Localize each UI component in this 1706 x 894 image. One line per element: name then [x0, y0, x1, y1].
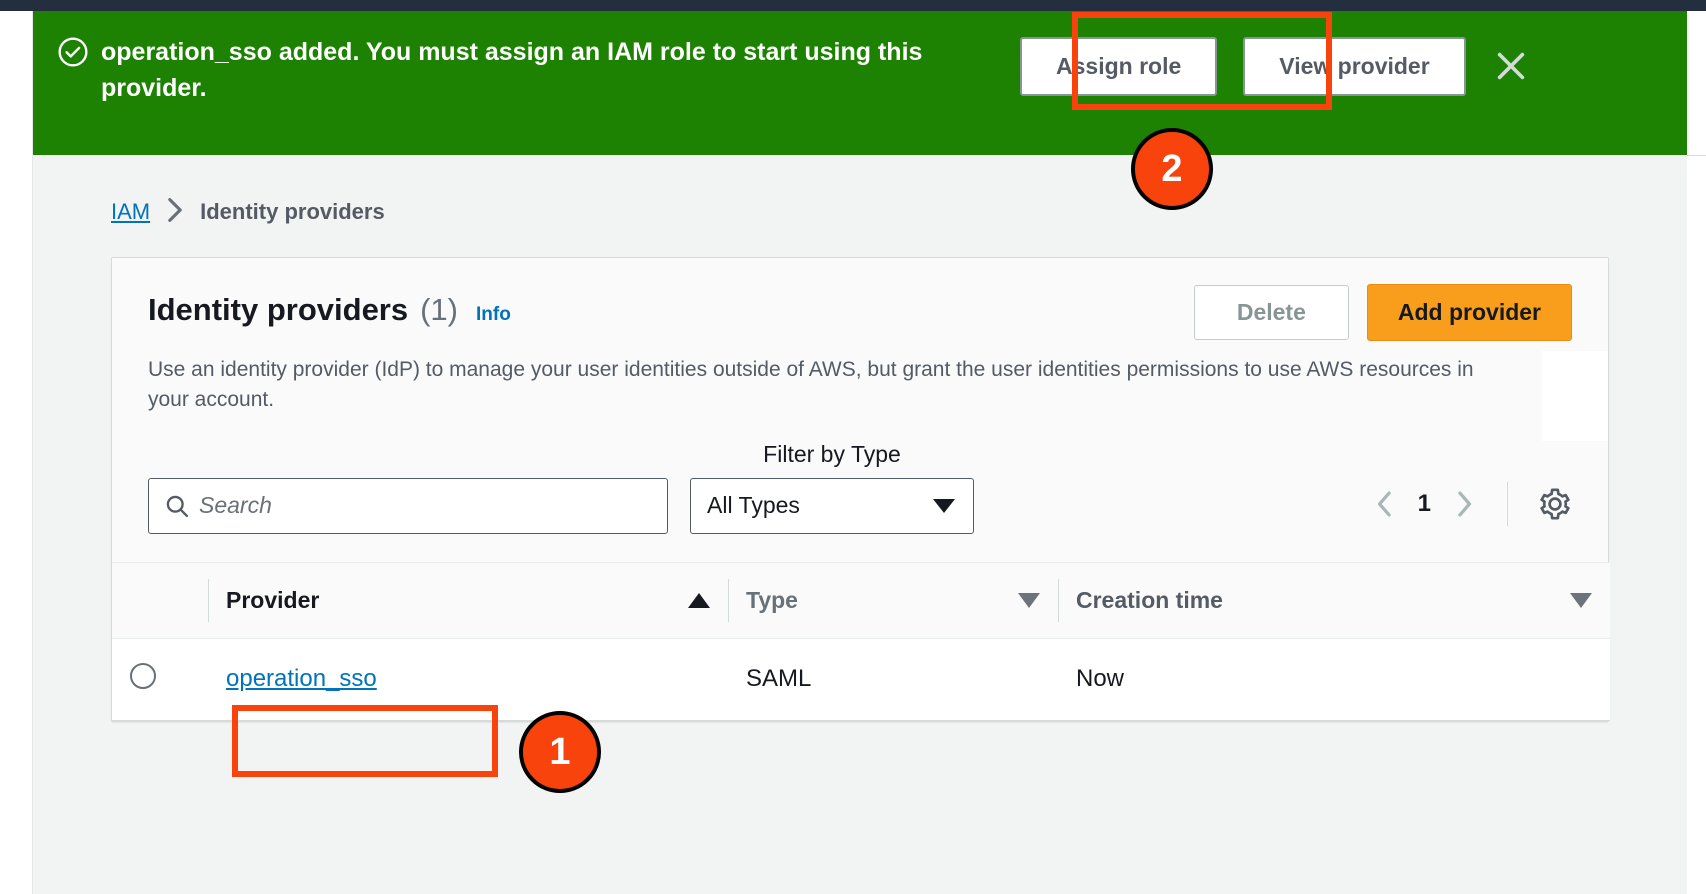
assign-role-button[interactable]: Assign role [1020, 37, 1218, 96]
table-body: operation_sso SAML Now [112, 638, 1610, 721]
breadcrumb-item-current: Identity providers [200, 199, 385, 224]
check-circle-icon [57, 36, 89, 68]
column-divider [208, 578, 209, 622]
view-provider-button[interactable]: View provider [1243, 37, 1466, 96]
panel-header: Identity providers (1) Info Delete Add p… [112, 258, 1608, 351]
column-type-label: Type [746, 586, 798, 613]
breadcrumb: IAM Identity providers [111, 197, 1687, 227]
flash-action-group: Assign role View provider [1020, 37, 1466, 96]
chevron-down-icon [933, 498, 955, 513]
annotation-step-2: 2 [1131, 128, 1213, 210]
column-divider [1058, 578, 1059, 622]
table-header-row: Provider Type Creation time [112, 561, 1610, 639]
pagination: 1 [1372, 481, 1572, 534]
delete-button[interactable]: Delete [1193, 285, 1349, 340]
success-flash-banner: operation_sso added. You must assign an … [33, 11, 1687, 155]
table-row[interactable]: operation_sso SAML Now [112, 638, 1610, 721]
chevron-left-icon[interactable] [1372, 489, 1398, 519]
sort-ascending-icon [688, 592, 710, 608]
column-creation-time-label: Creation time [1076, 586, 1223, 613]
gear-icon[interactable] [1538, 487, 1572, 521]
panel-action-group: Delete Add provider [1193, 284, 1572, 341]
row-type-cell: SAML [728, 638, 1058, 721]
page-title: Identity providers [148, 292, 409, 327]
app-root: operation_sso added. You must assign an … [0, 0, 1706, 894]
identity-providers-panel: Identity providers (1) Info Delete Add p… [111, 257, 1610, 722]
right-rail [1687, 11, 1706, 894]
flash-message: operation_sso added. You must assign an … [101, 38, 923, 102]
pagination-divider [1507, 481, 1508, 526]
type-filter-value: All Types [707, 492, 800, 519]
identity-providers-table: Provider Type Creation time operation_ss… [112, 561, 1610, 721]
page-number[interactable]: 1 [1418, 490, 1431, 518]
column-select [112, 561, 208, 639]
breadcrumb-item-iam[interactable]: IAM [111, 199, 150, 225]
row-provider-cell: operation_sso [208, 638, 728, 721]
type-filter-select[interactable]: All Types [690, 477, 974, 534]
add-provider-button[interactable]: Add provider [1366, 284, 1572, 341]
panel-title-group: Identity providers (1) Info [148, 284, 511, 328]
annotation-step-1: 1 [519, 711, 601, 793]
search-icon [163, 492, 191, 520]
type-filter-group: Filter by Type All Types [690, 441, 974, 534]
right-rail-divider [1687, 155, 1706, 156]
console-top-bar [0, 0, 1706, 11]
column-creation-time[interactable]: Creation time [1058, 561, 1610, 639]
column-provider[interactable]: Provider [208, 561, 728, 639]
chevron-right-icon[interactable] [1451, 489, 1477, 519]
search-box[interactable] [148, 477, 668, 534]
provider-count: (1) [420, 292, 458, 327]
page-content: IAM Identity providers Identity provider… [33, 155, 1687, 894]
row-select-cell [112, 638, 208, 721]
close-icon[interactable] [1490, 45, 1532, 87]
row-creation-time-cell: Now [1058, 638, 1610, 721]
column-divider [728, 578, 729, 622]
table-header: Provider Type Creation time [112, 561, 1610, 639]
left-rail [0, 11, 33, 894]
info-link[interactable]: Info [476, 304, 511, 326]
sort-descending-icon [1570, 592, 1592, 608]
column-type[interactable]: Type [728, 561, 1058, 639]
search-input[interactable] [199, 478, 667, 533]
provider-link[interactable]: operation_sso [226, 665, 377, 692]
sort-descending-icon [1018, 592, 1040, 608]
column-provider-label: Provider [226, 586, 320, 613]
filter-row: Filter by Type All Types 1 [112, 440, 1608, 562]
row-radio-button[interactable] [130, 662, 156, 689]
breadcrumb-separator-icon [164, 197, 186, 227]
panel-description: Use an identity provider (IdP) to manage… [112, 351, 1542, 441]
filter-by-type-label: Filter by Type [763, 440, 901, 467]
